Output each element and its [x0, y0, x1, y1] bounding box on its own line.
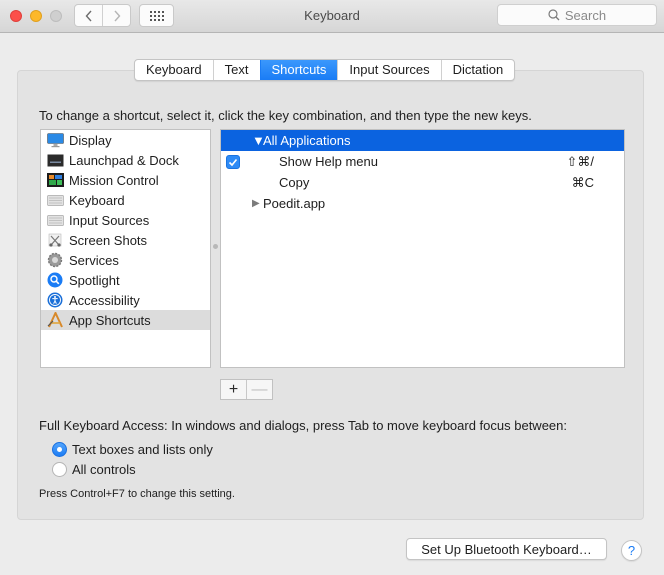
- radio-label: Text boxes and lists only: [72, 442, 213, 457]
- radio-all-controls[interactable]: All controls: [52, 462, 136, 477]
- spotlight-search-icon: [46, 272, 64, 288]
- add-remove-buttons: + —: [220, 379, 273, 400]
- category-item-mission-control[interactable]: Mission Control: [41, 170, 210, 190]
- group-row-poedit[interactable]: ▶ Poedit.app: [221, 193, 624, 214]
- radio-unselected[interactable]: [52, 462, 67, 477]
- search-icon: [548, 9, 560, 21]
- tab-bar: Keyboard Text Shortcuts Input Sources Di…: [134, 59, 516, 81]
- category-label: Accessibility: [69, 292, 140, 308]
- search-field[interactable]: Search: [497, 4, 657, 26]
- launchpad-dock-icon: [46, 152, 64, 168]
- display-icon: [46, 132, 64, 148]
- mission-control-icon: [46, 172, 64, 188]
- radio-label: All controls: [72, 462, 136, 477]
- set-up-bluetooth-keyboard-button[interactable]: Set Up Bluetooth Keyboard…: [406, 538, 607, 560]
- category-label: Mission Control: [69, 172, 159, 188]
- instructions-text: To change a shortcut, select it, click t…: [39, 108, 532, 123]
- category-label: Input Sources: [69, 212, 150, 228]
- full-keyboard-access-label: Full Keyboard Access: In windows and dia…: [39, 418, 567, 433]
- keyboard-access-hint: Press Control+F7 to change this setting.: [39, 488, 235, 500]
- group-row-all-applications[interactable]: ▼ All Applications: [221, 130, 624, 151]
- add-shortcut-button[interactable]: +: [221, 380, 246, 399]
- group-label: Poedit.app: [263, 196, 326, 211]
- remove-shortcut-button[interactable]: —: [246, 380, 272, 399]
- category-item-services[interactable]: Services: [41, 250, 210, 270]
- tab-text[interactable]: Text: [212, 60, 260, 80]
- category-item-input-sources[interactable]: Input Sources: [41, 210, 210, 230]
- accessibility-icon: [46, 292, 64, 308]
- category-label: Spotlight: [69, 272, 120, 288]
- category-label: App Shortcuts: [69, 312, 151, 328]
- help-icon: ?: [627, 543, 636, 558]
- tab-input-sources[interactable]: Input Sources: [337, 60, 440, 80]
- tab-keyboard[interactable]: Keyboard: [135, 60, 213, 80]
- disclosure-triangle-closed-icon[interactable]: ▶: [252, 198, 260, 209]
- shortcut-row[interactable]: Show Help menu ⇧⌘/: [221, 151, 624, 172]
- category-label: Keyboard: [69, 192, 125, 208]
- search-placeholder: Search: [564, 7, 607, 23]
- shortcut-label: Show Help menu: [279, 154, 378, 169]
- shortcut-keys[interactable]: ⇧⌘/: [566, 154, 594, 170]
- category-item-screen-shots[interactable]: Screen Shots: [41, 230, 210, 250]
- shortcut-keys[interactable]: ⌘C: [572, 175, 594, 191]
- divider-handle[interactable]: [213, 244, 218, 249]
- shortcut-row[interactable]: Copy ⌘C: [221, 172, 624, 193]
- shortcut-list[interactable]: ▼ All Applications Show Help menu ⇧⌘/ Co…: [220, 129, 625, 368]
- title-bar: Keyboard Search: [0, 0, 664, 33]
- gear-icon: [46, 252, 64, 268]
- category-item-spotlight[interactable]: Spotlight: [41, 270, 210, 290]
- radio-selected[interactable]: [52, 442, 67, 457]
- category-label: Services: [69, 252, 119, 268]
- tab-dictation[interactable]: Dictation: [440, 60, 515, 80]
- shortcut-enabled-checkbox[interactable]: [226, 155, 240, 169]
- split-view-divider[interactable]: [211, 129, 220, 368]
- screenshot-icon: [46, 232, 64, 248]
- category-label: Display: [69, 132, 112, 148]
- keyboard-icon: [46, 212, 64, 228]
- category-label: Screen Shots: [69, 232, 148, 248]
- tab-shortcuts[interactable]: Shortcuts: [259, 60, 338, 80]
- shortcut-label: Copy: [279, 175, 310, 190]
- keyboard-icon: [46, 192, 64, 208]
- category-item-keyboard[interactable]: Keyboard: [41, 190, 210, 210]
- shortcut-category-list[interactable]: Display Launchpad & Dock Mission Control…: [40, 129, 211, 368]
- app-shortcuts-icon: [46, 312, 64, 328]
- group-label: All Applications: [263, 133, 351, 148]
- category-item-app-shortcuts[interactable]: App Shortcuts: [41, 310, 210, 330]
- category-item-display[interactable]: Display: [41, 130, 210, 150]
- radio-text-boxes-lists[interactable]: Text boxes and lists only: [52, 442, 213, 457]
- checkmark-icon: [228, 158, 238, 166]
- help-button[interactable]: ?: [621, 540, 642, 561]
- category-item-launchpad-dock[interactable]: Launchpad & Dock: [41, 150, 210, 170]
- category-label: Launchpad & Dock: [69, 152, 179, 168]
- category-item-accessibility[interactable]: Accessibility: [41, 290, 210, 310]
